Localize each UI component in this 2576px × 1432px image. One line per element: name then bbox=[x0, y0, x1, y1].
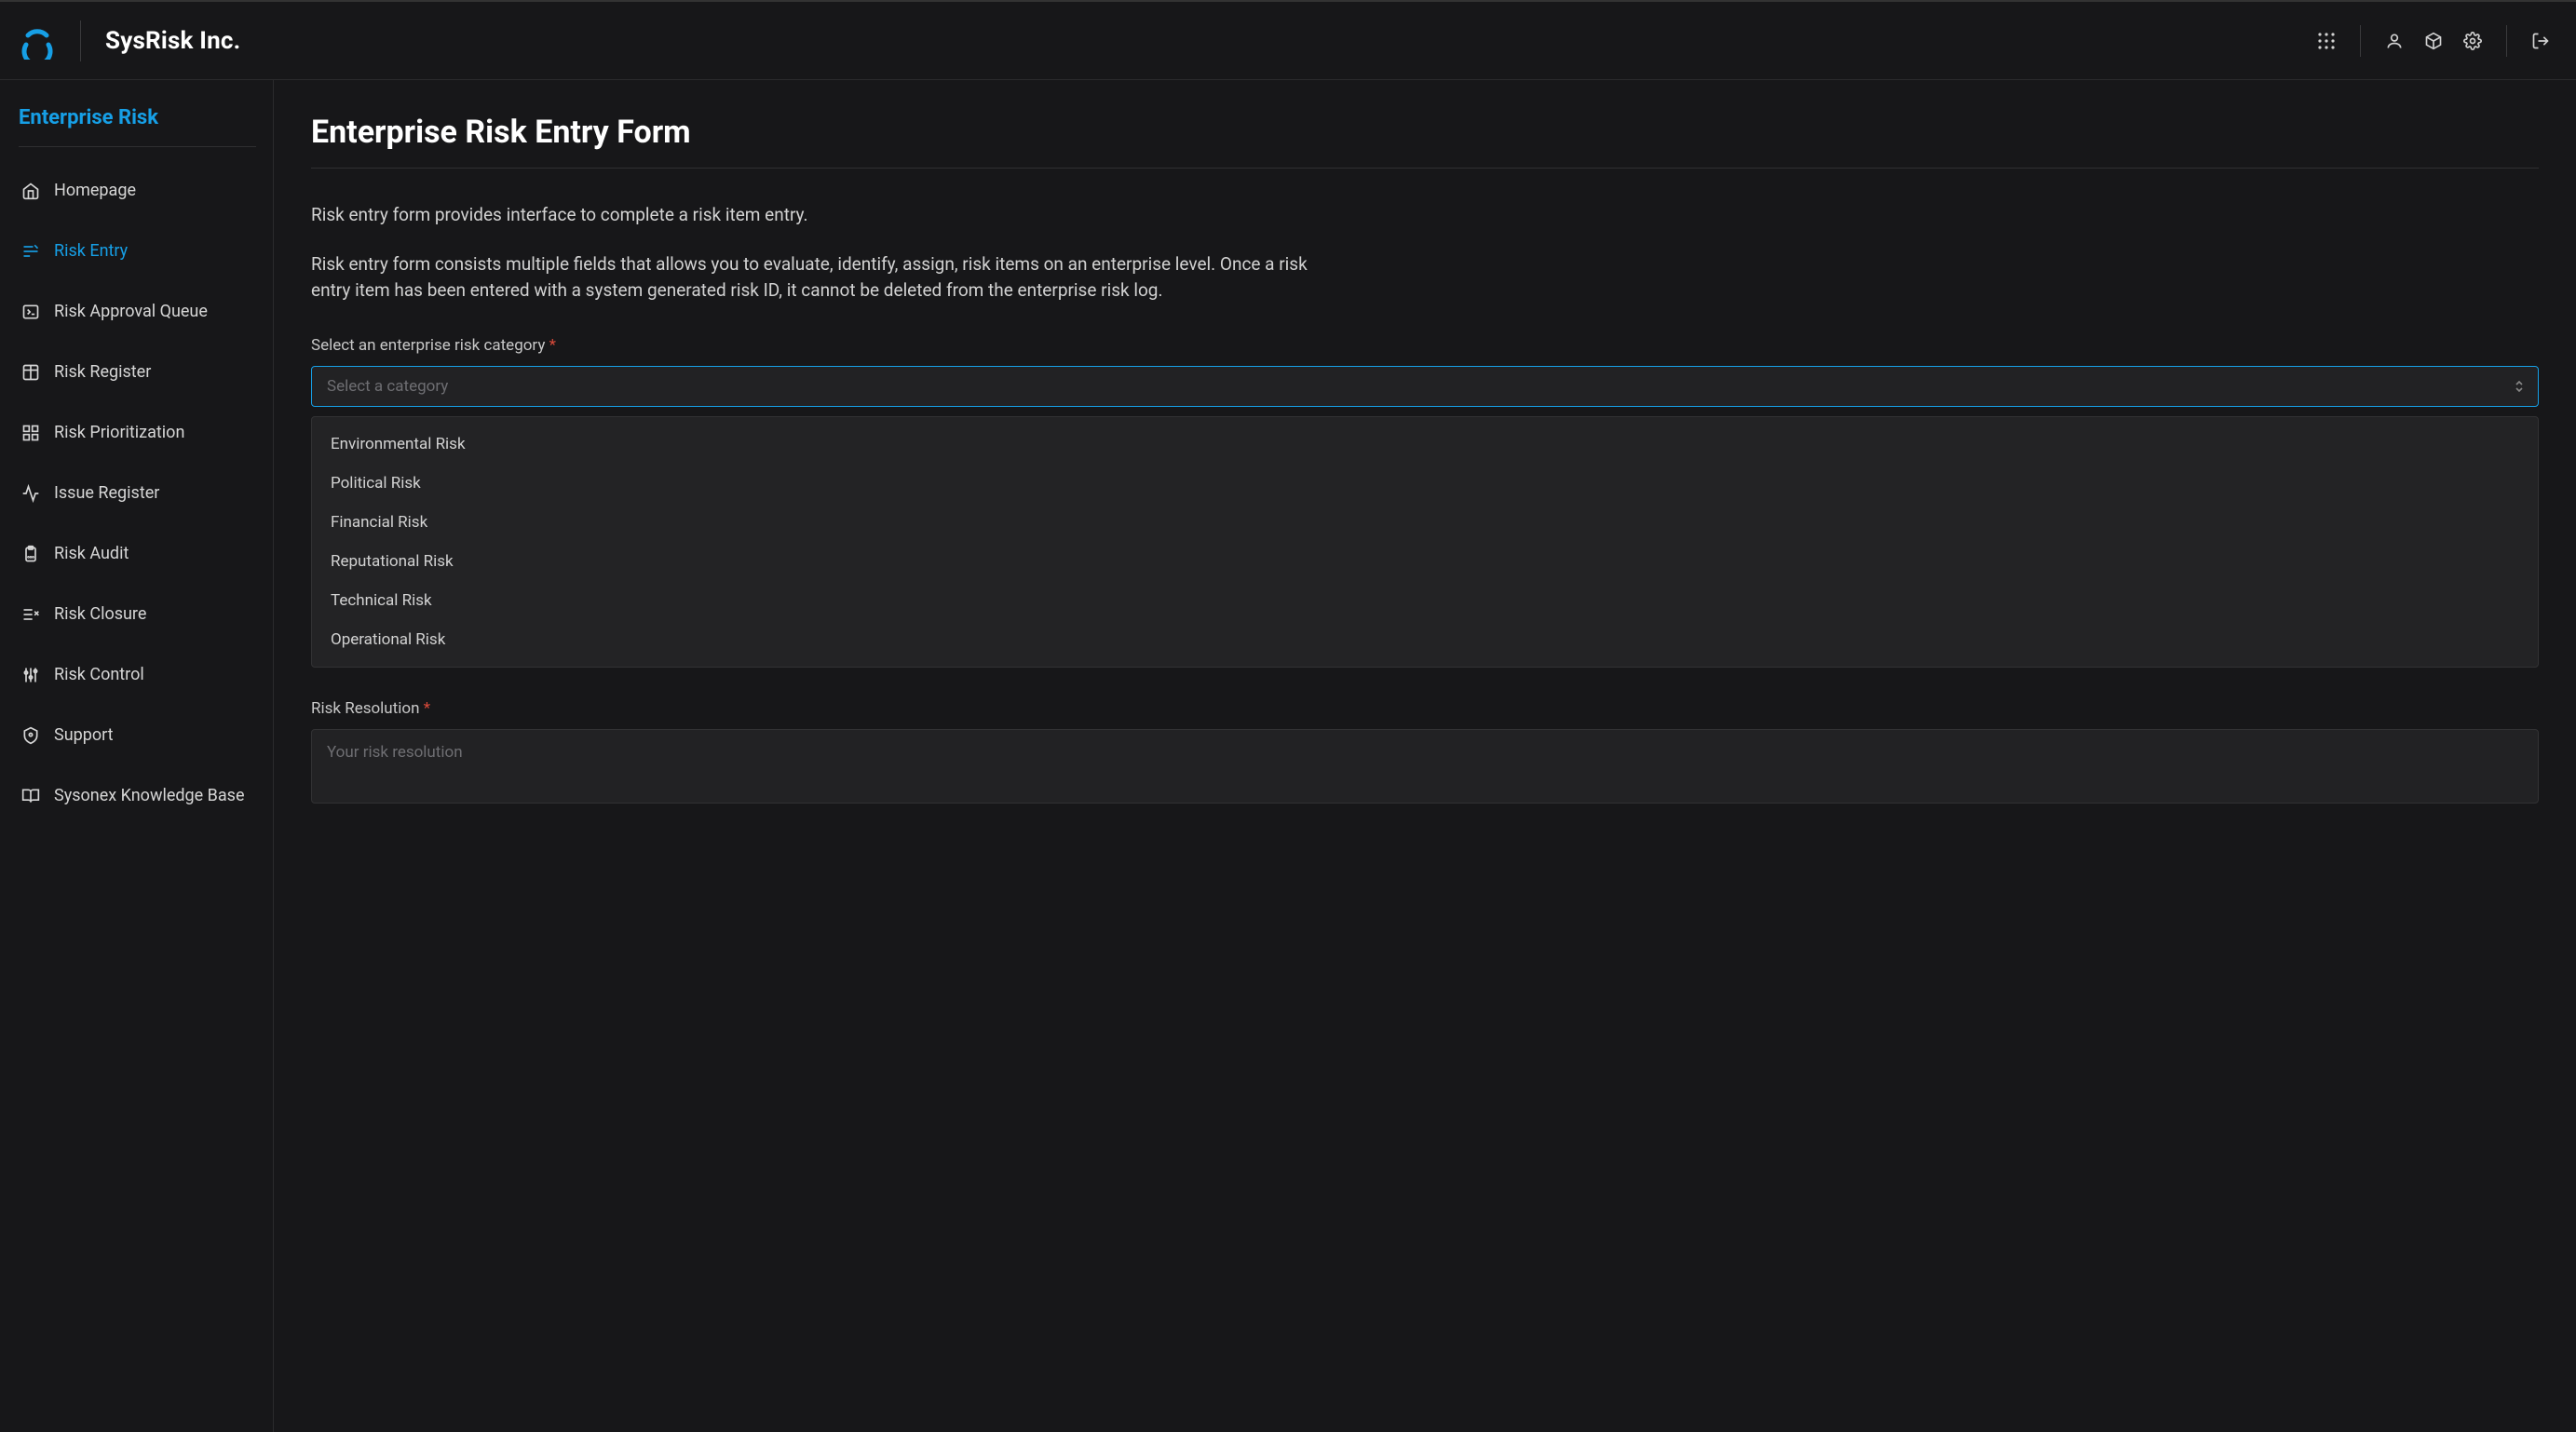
logout-icon[interactable] bbox=[2531, 32, 2550, 50]
sidebar-item-knowledge-base[interactable]: Sysonex Knowledge Base bbox=[19, 773, 254, 818]
chevron-updown-icon bbox=[2514, 379, 2525, 394]
topbar: SysRisk Inc. bbox=[0, 0, 2576, 80]
dashboard-icon bbox=[20, 424, 41, 442]
resolution-textarea[interactable] bbox=[311, 729, 2539, 804]
activity-icon bbox=[20, 484, 41, 503]
category-option[interactable]: Reputational Risk bbox=[312, 542, 2538, 581]
terminal-icon bbox=[20, 303, 41, 321]
divider bbox=[311, 168, 2539, 169]
user-icon[interactable] bbox=[2385, 32, 2404, 50]
divider bbox=[2360, 25, 2361, 57]
page-description-1: Risk entry form provides interface to co… bbox=[311, 202, 1317, 229]
logo-icon bbox=[19, 22, 56, 60]
list-x-icon bbox=[20, 605, 41, 624]
sidebar: Enterprise Risk Homepage Risk Entry Risk… bbox=[0, 80, 274, 1432]
sidebar-item-label: Risk Control bbox=[54, 665, 144, 684]
sidebar-item-risk-closure[interactable]: Risk Closure bbox=[19, 591, 254, 637]
category-option[interactable]: Financial Risk bbox=[312, 503, 2538, 542]
apps-grid-icon[interactable] bbox=[2317, 32, 2336, 50]
sliders-icon bbox=[20, 666, 41, 684]
sidebar-item-risk-approval-queue[interactable]: Risk Approval Queue bbox=[19, 289, 254, 334]
sidebar-item-risk-entry[interactable]: Risk Entry bbox=[19, 228, 254, 274]
sidebar-item-risk-register[interactable]: Risk Register bbox=[19, 349, 254, 395]
sidebar-title: Enterprise Risk bbox=[19, 106, 254, 129]
category-option[interactable]: Technical Risk bbox=[312, 581, 2538, 620]
category-select[interactable]: Select a category bbox=[311, 366, 2539, 407]
divider bbox=[19, 146, 256, 147]
sidebar-item-label: Risk Entry bbox=[54, 241, 128, 261]
sidebar-item-label: Support bbox=[54, 725, 114, 745]
home-icon bbox=[20, 182, 41, 200]
content-area: Enterprise Risk Entry Form Risk entry fo… bbox=[274, 80, 2576, 1432]
sidebar-item-label: Risk Prioritization bbox=[54, 423, 184, 442]
cube-icon[interactable] bbox=[2424, 32, 2443, 50]
sidebar-item-label: Issue Register bbox=[54, 483, 159, 503]
list-filter-icon bbox=[20, 242, 41, 261]
page-title: Enterprise Risk Entry Form bbox=[311, 114, 2539, 151]
table-icon bbox=[20, 363, 41, 382]
required-indicator: * bbox=[549, 336, 556, 355]
sidebar-item-label: Risk Register bbox=[54, 362, 151, 382]
gear-icon[interactable] bbox=[2463, 32, 2482, 50]
sidebar-item-support[interactable]: Support bbox=[19, 712, 254, 758]
sidebar-item-label: Risk Audit bbox=[54, 544, 129, 563]
sidebar-item-risk-audit[interactable]: Risk Audit bbox=[19, 531, 254, 576]
clipboard-icon bbox=[20, 545, 41, 563]
divider bbox=[80, 20, 81, 61]
topbar-actions bbox=[2317, 25, 2550, 57]
brand-name: SysRisk Inc. bbox=[105, 27, 240, 55]
brand-group: SysRisk Inc. bbox=[19, 20, 240, 61]
sidebar-item-label: Risk Approval Queue bbox=[54, 302, 208, 321]
main-layout: Enterprise Risk Homepage Risk Entry Risk… bbox=[0, 80, 2576, 1432]
category-option[interactable]: Environmental Risk bbox=[312, 425, 2538, 464]
category-label-text: Select an enterprise risk category bbox=[311, 336, 545, 355]
resolution-field-label: Risk Resolution * bbox=[311, 699, 2539, 718]
divider bbox=[2506, 25, 2507, 57]
sidebar-item-risk-prioritization[interactable]: Risk Prioritization bbox=[19, 410, 254, 455]
sidebar-item-risk-control[interactable]: Risk Control bbox=[19, 652, 254, 697]
resolution-label-text: Risk Resolution bbox=[311, 699, 419, 718]
sidebar-item-issue-register[interactable]: Issue Register bbox=[19, 470, 254, 516]
sidebar-item-label: Sysonex Knowledge Base bbox=[54, 786, 245, 805]
required-indicator: * bbox=[424, 699, 430, 718]
sidebar-item-label: Homepage bbox=[54, 181, 136, 200]
category-field-label: Select an enterprise risk category * bbox=[311, 336, 2539, 355]
book-open-icon bbox=[20, 787, 41, 805]
sidebar-item-label: Risk Closure bbox=[54, 604, 146, 624]
page-description-2: Risk entry form consists multiple fields… bbox=[311, 251, 1317, 304]
sidebar-item-homepage[interactable]: Homepage bbox=[19, 168, 254, 213]
category-select-placeholder: Select a category bbox=[327, 377, 448, 396]
category-option[interactable]: Political Risk bbox=[312, 464, 2538, 503]
category-dropdown: Environmental Risk Political Risk Financ… bbox=[311, 416, 2539, 668]
shield-icon bbox=[20, 726, 41, 745]
category-option[interactable]: Operational Risk bbox=[312, 620, 2538, 659]
